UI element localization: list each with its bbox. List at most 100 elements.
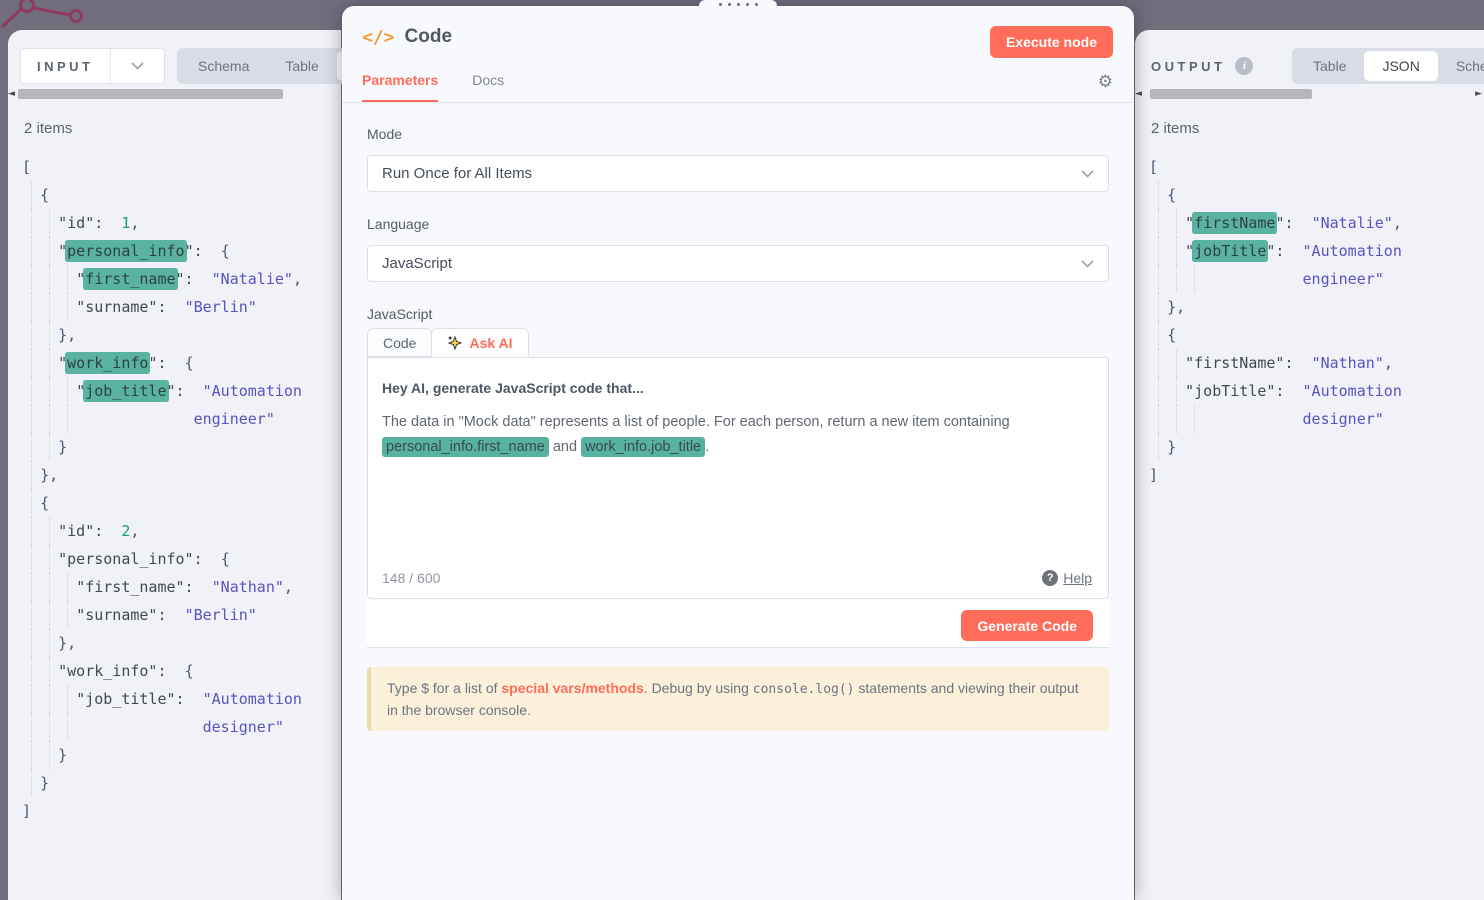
json-line: designer"	[1149, 405, 1484, 433]
tab-output-json[interactable]: JSON	[1364, 51, 1437, 81]
json-line: {	[1149, 321, 1484, 349]
json-line: {	[22, 489, 341, 517]
settings-gear-icon[interactable]: ⚙	[1098, 72, 1113, 92]
json-line: "job_title": "Automation	[22, 377, 341, 405]
json-line: "personal_info": {	[22, 237, 341, 265]
mode-select[interactable]: Run Once for All Items	[367, 155, 1109, 192]
mode-select-value: Run Once for All Items	[382, 165, 532, 182]
scroll-right-arrow-icon[interactable]: ►	[1475, 89, 1482, 99]
special-vars-link[interactable]: special vars/methods	[501, 680, 643, 696]
tab-output-schema[interactable]: Schema	[1438, 51, 1484, 81]
code-node-icon: </>	[362, 27, 395, 48]
prompt-body: The data in "Mock data" represents a lis…	[382, 410, 1082, 461]
tab-ask-ai-label: Ask AI	[469, 335, 512, 351]
json-line: "id": 1,	[22, 209, 341, 237]
output-items-count: 2 items	[1151, 120, 1484, 137]
json-line: }	[22, 769, 341, 797]
output-panel-header: OUTPUT i Table JSON Schema	[1135, 30, 1484, 84]
json-line: "work_info": {	[22, 349, 341, 377]
tab-output-table[interactable]: Table	[1295, 51, 1364, 81]
mode-label: Mode	[367, 126, 1109, 146]
json-key-highlighted[interactable]: job_title	[85, 382, 166, 400]
json-line: engineer"	[1149, 265, 1484, 293]
json-line: },	[1149, 293, 1484, 321]
language-select-value: JavaScript	[382, 255, 452, 272]
ask-ai-prompt-textarea[interactable]: Hey AI, generate JavaScript code that...…	[367, 357, 1109, 599]
language-select[interactable]: JavaScript	[367, 245, 1109, 282]
json-key-highlighted[interactable]: jobTitle	[1194, 242, 1266, 260]
node-title: Code	[405, 26, 453, 48]
modal-header: </> Code Execute node Parameters Docs ⚙	[342, 6, 1134, 103]
tab-parameters[interactable]: Parameters	[362, 72, 438, 102]
help-link[interactable]: ? Help	[1042, 570, 1092, 586]
json-line: "surname": "Berlin"	[22, 293, 341, 321]
json-line: "first_name": "Natalie",	[22, 265, 341, 293]
json-line: [	[22, 153, 341, 181]
special-vars-hint-callout: Type $ for a list of special vars/method…	[367, 667, 1109, 731]
code-node-modal: </> Code Execute node Parameters Docs ⚙ …	[342, 6, 1134, 900]
chevron-down-icon	[131, 62, 144, 70]
chevron-down-icon	[1081, 170, 1094, 178]
tab-code[interactable]: Code	[367, 328, 432, 357]
tab-input-table[interactable]: Table	[267, 51, 336, 81]
output-json-viewer: [ { "firstName": "Natalie", "jobTitle": …	[1149, 153, 1484, 489]
output-horizontal-scrollbar: ◄ ►	[1135, 88, 1484, 100]
json-key-highlighted[interactable]: firstName	[1194, 214, 1275, 232]
info-icon[interactable]: i	[1235, 57, 1253, 75]
modal-body: Mode Run Once for All Items Language Jav…	[342, 126, 1134, 731]
prompt-title: Hey AI, generate JavaScript code that...	[382, 380, 1094, 396]
input-json-viewer: [ { "id": 1, "personal_info": { "first_n…	[22, 153, 341, 825]
output-scrollbar-thumb[interactable]	[1150, 89, 1312, 99]
chevron-down-icon	[1081, 260, 1094, 268]
input-source-dropdown[interactable]	[110, 49, 164, 83]
input-scrollbar-thumb[interactable]	[18, 89, 283, 99]
question-mark-icon: ?	[1042, 570, 1058, 586]
json-key-highlighted[interactable]: first_name	[85, 270, 175, 288]
json-line: }	[22, 741, 341, 769]
json-line: "surname": "Berlin"	[22, 601, 341, 629]
tab-ask-ai[interactable]: Ask AI	[431, 328, 528, 357]
json-line: "jobTitle": "Automation	[1149, 377, 1484, 405]
scroll-left-arrow-icon[interactable]: ◄	[1135, 89, 1142, 99]
json-line: },	[22, 321, 341, 349]
field-reference-chip: personal_info.first_name	[382, 437, 549, 457]
code-editor-tabs: Code Ask AI	[367, 328, 1109, 357]
input-panel-header: INPUT Schema Table JSON	[8, 30, 341, 84]
execute-node-button[interactable]: Execute node	[990, 26, 1113, 58]
json-line: ]	[22, 797, 341, 825]
json-line: "firstName": "Natalie",	[1149, 209, 1484, 237]
prompt-footer: Generate Code	[367, 599, 1109, 648]
modal-tabs: Parameters Docs	[362, 72, 504, 102]
tab-input-schema[interactable]: Schema	[180, 51, 267, 81]
json-line: "first_name": "Nathan",	[22, 573, 341, 601]
json-line: {	[1149, 181, 1484, 209]
tab-docs[interactable]: Docs	[472, 72, 504, 102]
help-link-label: Help	[1063, 570, 1092, 586]
json-line: ]	[1149, 461, 1484, 489]
json-key-highlighted[interactable]: personal_info	[67, 242, 184, 260]
input-source-button[interactable]: INPUT	[21, 49, 110, 83]
language-label: Language	[367, 216, 1109, 236]
json-line: "work_info": {	[22, 657, 341, 685]
field-reference-chip: work_info.job_title	[581, 437, 705, 457]
input-horizontal-scrollbar: ◄	[8, 88, 341, 100]
json-line: },	[22, 461, 341, 489]
json-line: "job_title": "Automation	[22, 685, 341, 713]
json-line: engineer"	[22, 405, 341, 433]
input-source-selector: INPUT	[20, 48, 165, 84]
input-panel: INPUT Schema Table JSON ◄ 2 items [ { "i…	[8, 30, 341, 900]
scroll-left-arrow-icon[interactable]: ◄	[8, 89, 15, 99]
output-panel-title: OUTPUT	[1151, 59, 1225, 74]
input-items-count: 2 items	[24, 120, 341, 137]
javascript-section-label: JavaScript	[367, 306, 1109, 326]
sparkles-icon	[447, 335, 462, 350]
character-counter: 148 / 600	[382, 570, 440, 586]
canvas-background-pattern	[0, 0, 140, 30]
json-line: }	[22, 433, 341, 461]
generate-code-button[interactable]: Generate Code	[961, 610, 1093, 641]
output-display-mode-tabs: Table JSON Schema	[1292, 48, 1484, 84]
json-line: "jobTitle": "Automation	[1149, 237, 1484, 265]
json-line: "personal_info": {	[22, 545, 341, 573]
json-key-highlighted[interactable]: work_info	[67, 354, 148, 372]
output-panel: OUTPUT i Table JSON Schema ◄ ► 2 items […	[1135, 30, 1484, 900]
